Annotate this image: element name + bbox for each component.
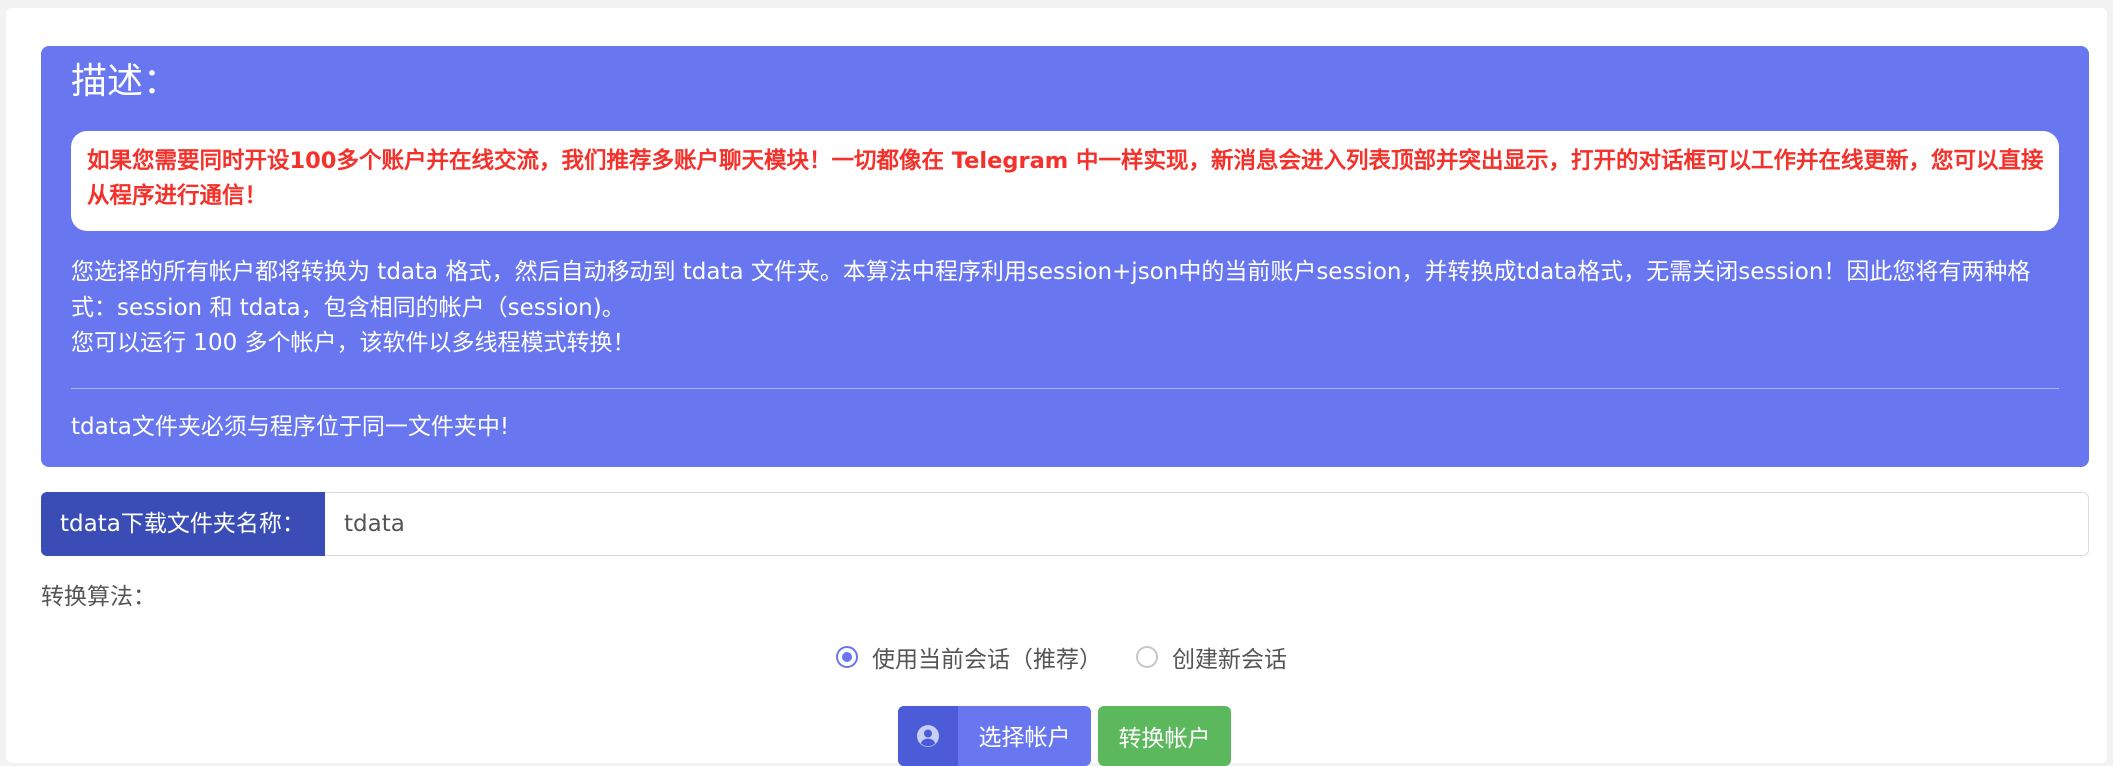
- description-multithread-note: 您可以运行 100 多个帐户，该软件以多线程模式转换！: [71, 330, 636, 356]
- select-accounts-button[interactable]: 选择帐户: [898, 706, 1091, 766]
- description-body: 您选择的所有帐户都将转换为 tdata 格式，然后自动移动到 tdata 文件夹…: [71, 255, 2061, 362]
- description-box: 描述： 如果您需要同时开设100多个账户并在线交流，我们推荐多账户聊天模块！一切…: [41, 46, 2089, 467]
- description-title: 描述：: [71, 61, 180, 102]
- algorithm-radio-group: 使用当前会话（推荐） 创建新会话: [836, 640, 1287, 674]
- radio-use-current-session[interactable]: 使用当前会话（推荐）: [836, 640, 1102, 674]
- folder-name-group: tdata下载文件夹名称：: [41, 492, 2089, 556]
- algorithm-label: 转换算法：: [41, 584, 156, 610]
- select-accounts-label: 选择帐户: [978, 725, 1071, 751]
- convert-accounts-button[interactable]: 转换帐户: [1098, 706, 1231, 766]
- radio-button-unchecked[interactable]: [1136, 646, 1158, 668]
- user-circle-icon: [898, 706, 958, 766]
- description-text: 您选择的所有帐户都将转换为 tdata 格式，然后自动移动到 tdata 文件夹…: [71, 259, 2031, 321]
- multi-account-chat-alert: 如果您需要同时开设100多个账户并在线交流，我们推荐多账户聊天模块！一切都像在 …: [71, 131, 2059, 231]
- folder-name-input[interactable]: [325, 492, 2089, 556]
- main-panel: 描述： 如果您需要同时开设100多个账户并在线交流，我们推荐多账户聊天模块！一切…: [6, 8, 2107, 766]
- radio-label-new-session: 创建新会话: [1172, 647, 1287, 673]
- description-divider: [71, 388, 2059, 389]
- radio-create-new-session[interactable]: 创建新会话: [1136, 640, 1287, 674]
- radio-button-checked[interactable]: [836, 646, 858, 668]
- folder-name-label: tdata下载文件夹名称：: [41, 492, 325, 556]
- description-footer-note: tdata文件夹必须与程序位于同一文件夹中!: [71, 414, 510, 440]
- action-buttons: 选择帐户 转换帐户: [898, 706, 1231, 766]
- radio-label-current-session: 使用当前会话（推荐）: [872, 647, 1102, 673]
